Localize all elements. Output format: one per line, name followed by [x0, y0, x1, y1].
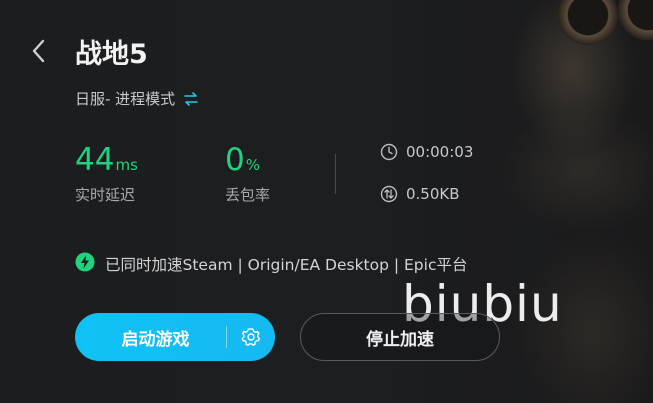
duration-row: 00:00:03 [380, 143, 473, 161]
duration-value: 00:00:03 [406, 143, 474, 161]
packet-loss-value: 0 [225, 142, 245, 178]
latency-stat: 44ms 实时延迟 [75, 143, 138, 205]
packet-loss-stat: 0% 丢包率 [225, 143, 270, 205]
launch-game-button[interactable]: 启动游戏 [75, 325, 226, 350]
latency-label: 实时延迟 [75, 186, 136, 204]
back-arrow-icon[interactable] [30, 38, 52, 64]
latency-unit: ms [115, 156, 138, 174]
packet-loss-label: 丢包率 [225, 186, 271, 204]
swap-icon[interactable] [183, 91, 199, 107]
sync-notice: 已同时加速Steam | Origin/EA Desktop | Epic平台 [75, 252, 467, 276]
server-mode: 日服- 进程模式 [75, 88, 199, 109]
game-title: 战地5 [75, 39, 148, 70]
lightning-icon [75, 252, 95, 276]
latency-value: 44 [75, 142, 115, 178]
launch-game-button-group: 启动游戏 [75, 313, 275, 361]
server-mode-label: 日服- 进程模式 [75, 90, 176, 108]
sync-notice-text: 已同时加速Steam | Origin/EA Desktop | Epic平台 [105, 256, 468, 274]
packet-loss-unit: % [245, 156, 260, 174]
stop-acceleration-button[interactable]: 停止加速 [300, 313, 500, 361]
clock-icon [380, 143, 398, 161]
traffic-icon [380, 185, 398, 203]
stats-divider [335, 154, 336, 194]
accelerator-panel: 战地5 日服- 进程模式 44ms 实时延迟 0% 丢包率 00:00:03 0… [0, 0, 653, 403]
gear-icon[interactable] [227, 313, 275, 361]
traffic-value: 0.50KB [406, 185, 460, 203]
goggle-decoration [613, 0, 653, 45]
traffic-row: 0.50KB [380, 185, 460, 203]
